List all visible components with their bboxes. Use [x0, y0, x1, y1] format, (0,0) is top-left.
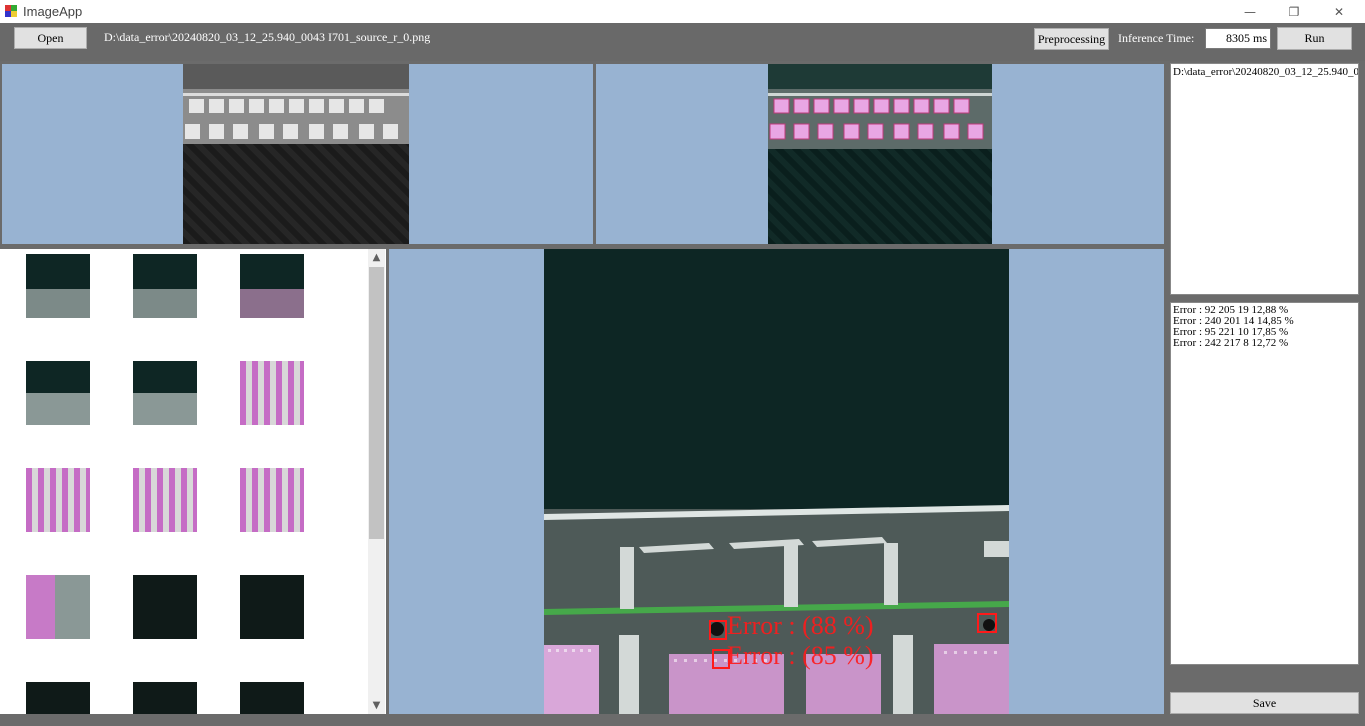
file-path-label: D:\data_error\20240820_03_12_25.940_0043… [104, 30, 431, 44]
minimize-icon[interactable]: — [1227, 0, 1273, 23]
scroll-thumb[interactable] [369, 267, 384, 539]
thumbnail[interactable] [133, 575, 197, 639]
thumbnail[interactable] [133, 361, 197, 425]
inference-time-label: Inference Time: [1118, 31, 1195, 45]
thumbnail[interactable] [26, 361, 90, 425]
close-icon[interactable]: ✕ [1316, 0, 1362, 23]
thumbnail[interactable] [26, 468, 90, 532]
run-button[interactable]: Run [1277, 27, 1352, 50]
file-list[interactable]: D:\data_error\20240820_03_12_25.940_0043… [1170, 63, 1359, 295]
thumbnail-panel: ▲ ▼ [0, 249, 386, 714]
thumbnail[interactable] [240, 682, 304, 714]
thumbnail[interactable] [133, 682, 197, 714]
detail-image: Error : (88 %) Error : (85 %) [544, 249, 1009, 714]
open-button[interactable]: Open [14, 27, 87, 49]
scroll-up-icon[interactable]: ▲ [368, 249, 385, 266]
source-image [183, 64, 409, 244]
window-title: ImageApp [23, 4, 83, 19]
processed-image-panel [596, 64, 1164, 244]
scroll-down-icon[interactable]: ▼ [368, 697, 385, 714]
thumbnail[interactable] [240, 254, 304, 318]
detection-label: Error : (85 %) [727, 641, 874, 670]
app-icon [4, 4, 18, 18]
thumbnail[interactable] [26, 575, 90, 639]
detail-image-panel: Error : (88 %) Error : (85 %) [389, 249, 1164, 714]
thumbnail[interactable] [240, 361, 304, 425]
processed-image [768, 64, 992, 244]
detection-box [709, 620, 727, 640]
result-item[interactable]: Error : 242 217 8 12,72 % [1171, 338, 1358, 349]
detection-box [977, 613, 997, 633]
thumbnail-scrollbar[interactable]: ▲ ▼ [368, 249, 385, 714]
thumbnail[interactable] [240, 575, 304, 639]
save-button[interactable]: Save [1170, 692, 1359, 714]
preprocessing-button[interactable]: Preprocessing [1034, 28, 1109, 50]
restore-icon[interactable]: ❐ [1271, 0, 1317, 23]
results-list[interactable]: Error : 92 205 19 12,88 % Error : 240 20… [1170, 302, 1359, 665]
inference-time-field[interactable]: 8305 ms [1205, 28, 1271, 49]
file-list-item[interactable]: D:\data_error\20240820_03_12_25.940_0043… [1171, 64, 1358, 78]
detection-label: Error : (88 %) [727, 611, 874, 640]
thumbnail[interactable] [133, 468, 197, 532]
thumbnail[interactable] [240, 468, 304, 532]
toolbar: Open D:\data_error\20240820_03_12_25.940… [0, 23, 1365, 61]
source-image-panel [2, 64, 593, 244]
title-bar: ImageApp — ❐ ✕ [0, 0, 1365, 23]
thumbnail[interactable] [133, 254, 197, 318]
thumbnail[interactable] [26, 254, 90, 318]
thumbnail[interactable] [26, 682, 90, 714]
